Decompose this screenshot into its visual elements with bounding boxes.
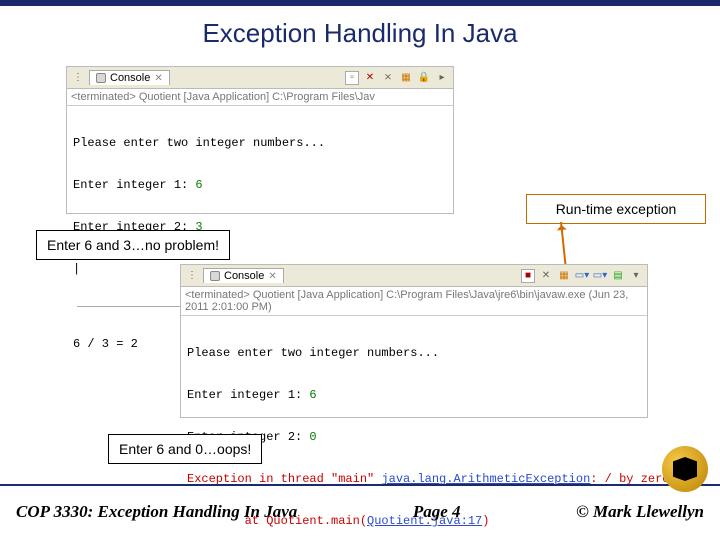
terminate-icon: ✕: [363, 71, 377, 85]
console-tab-label: Console: [224, 270, 264, 282]
footer-left: COP 3330: Exception Handling In Java: [16, 502, 297, 522]
console-tab: Console ✕: [89, 70, 170, 85]
open-console-icon: ▭▾: [593, 269, 607, 283]
clear-icon: ▦: [557, 269, 571, 283]
callout-enter-6-0: Enter 6 and 0…oops!: [108, 434, 262, 464]
terminated-banner: <terminated> Quotient [Java Application]…: [67, 89, 453, 106]
footer-divider: [0, 484, 720, 486]
panel-handle-icon: ⋮: [185, 269, 199, 283]
terminate-icon: ■: [521, 269, 535, 283]
pin-console-icon: ▤: [611, 269, 625, 283]
toolbar-icon: ▫: [345, 71, 359, 85]
scroll-lock-icon: 🔒: [417, 71, 431, 85]
console2-tabbar: ⋮ Console ✕ ■ ✕ ▦ ▭▾ ▭▾ ▤ ▾: [181, 265, 647, 287]
terminated-banner-2: <terminated> Quotient [Java Application]…: [181, 287, 647, 316]
close-tab-icon: ✕: [268, 271, 276, 282]
close-tab-icon: ✕: [154, 73, 162, 84]
console-icon: [210, 271, 220, 281]
menu-icon: ▾: [629, 269, 643, 283]
remove-all-icon: ✕: [539, 269, 553, 283]
callout-enter-6-3: Enter 6 and 3…no problem!: [36, 230, 230, 260]
console-screenshot-1: ⋮ Console ✕ ▫ ✕ ⨯ ▦ 🔒 ▸ <terminated> Quo…: [66, 66, 454, 214]
slide-title: Exception Handling In Java: [0, 6, 720, 57]
footer-page: Page 4: [297, 502, 576, 522]
console-icon: [96, 73, 106, 83]
callout-runtime-exception: Run-time exception: [526, 194, 706, 224]
clear-icon: ▦: [399, 71, 413, 85]
ucf-logo: [662, 446, 708, 492]
console1-tabbar: ⋮ Console ✕ ▫ ✕ ⨯ ▦ 🔒 ▸: [67, 67, 453, 89]
slide-footer: COP 3330: Exception Handling In Java Pag…: [0, 492, 720, 540]
console-screenshot-2: ⋮ Console ✕ ■ ✕ ▦ ▭▾ ▭▾ ▤ ▾ <terminated>…: [180, 264, 648, 418]
remove-icon: ⨯: [381, 71, 395, 85]
panel-handle-icon: ⋮: [71, 71, 85, 85]
pin-icon: ▸: [435, 71, 449, 85]
console-tab-label: Console: [110, 72, 150, 84]
display-icon: ▭▾: [575, 269, 589, 283]
footer-author: © Mark Llewellyn: [576, 502, 704, 522]
console-tab: Console ✕: [203, 268, 284, 283]
